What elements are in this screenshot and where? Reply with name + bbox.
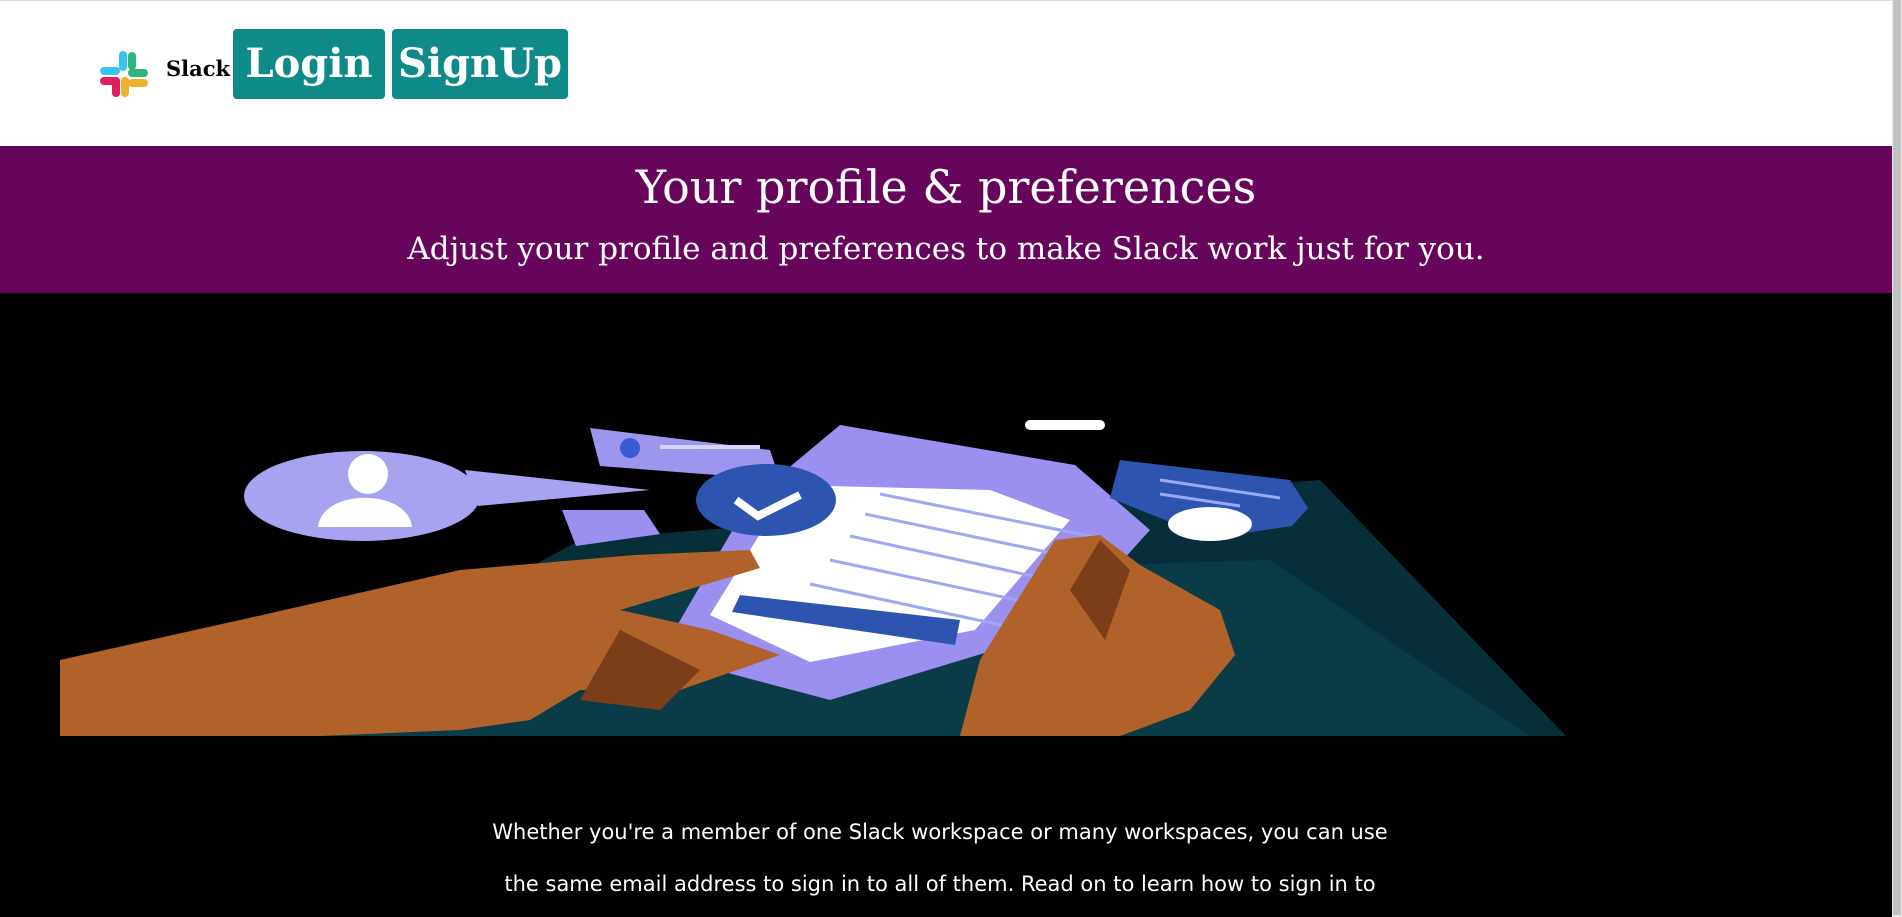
intro-paragraph-line: the same email address to sign in to all… [504, 872, 1376, 896]
page-title: Your profile & preferences [635, 160, 1257, 214]
intro-paragraph-line: Whether you're a member of one Slack wor… [492, 820, 1388, 844]
hero-illustration [60, 420, 1566, 736]
hero-banner: Your profile & preferences Adjust your p… [0, 146, 1892, 293]
page-subtitle: Adjust your profile and preferences to m… [407, 231, 1485, 267]
brand-name[interactable]: Slack [166, 56, 230, 81]
page-scrollbar[interactable] [1892, 0, 1902, 917]
signup-button[interactable]: SignUp [392, 29, 568, 99]
scrollbar-thumb[interactable] [1893, 0, 1901, 915]
slack-logo-icon[interactable] [98, 49, 150, 99]
top-nav: Slack Login SignUp [0, 0, 1892, 146]
login-button[interactable]: Login [233, 29, 385, 99]
